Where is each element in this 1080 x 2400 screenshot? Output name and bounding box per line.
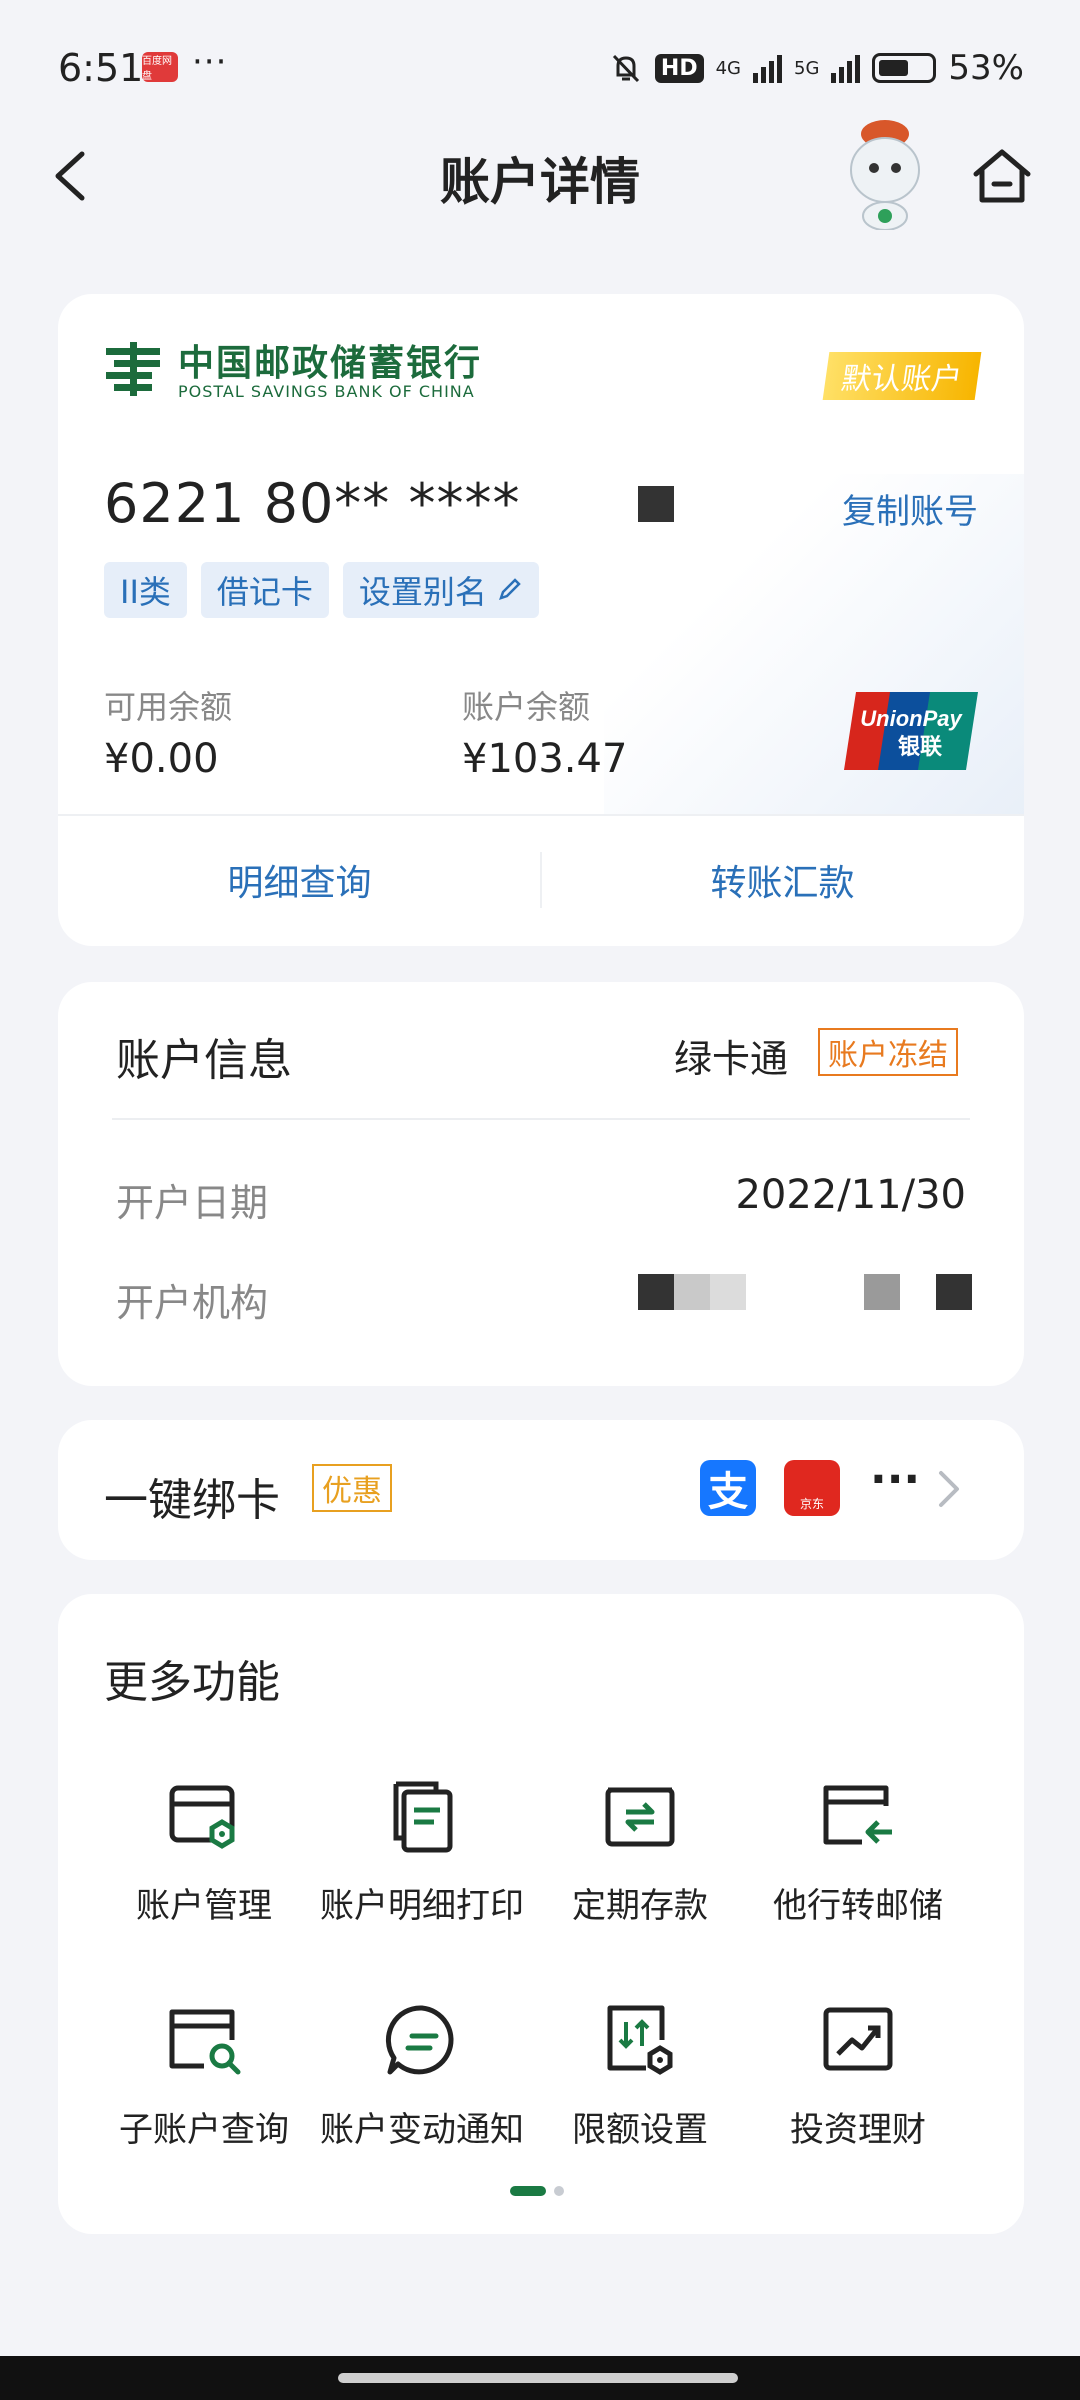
- home-icon[interactable]: [970, 144, 1034, 208]
- set-alias-button[interactable]: 设置别名: [342, 562, 539, 618]
- account-info-card: 账户信息 绿卡通 账户冻结 开户日期 2022/11/30 开户机构: [58, 982, 1024, 1386]
- func-inbound-transfer[interactable]: 他行转邮储: [748, 1776, 968, 1927]
- more-functions-card: 更多功能 账户管理 账户明细打印 定期存款 他行转邮储 子账户查询 账户变动通知…: [58, 1594, 1024, 2234]
- account-balance-label: 账户余额: [462, 688, 591, 726]
- func-limit-settings[interactable]: 限额设置: [530, 2000, 750, 2151]
- status-more-icon: ···: [192, 42, 228, 82]
- postal-bank-logo-icon: [106, 342, 160, 396]
- quick-bind-card[interactable]: 一键绑卡 优惠 支 京东 ···: [58, 1420, 1024, 1560]
- status-time: 6:51: [58, 46, 144, 90]
- signal-4g-icon: [753, 53, 783, 83]
- account-balance-value: ¥103.47: [462, 736, 628, 782]
- redaction-block: [936, 1274, 972, 1310]
- home-indicator[interactable]: [338, 2373, 738, 2383]
- available-balance-label: 可用余额: [104, 688, 233, 726]
- status-indicators: HD 4G 5G 53%: [609, 48, 1024, 88]
- more-functions-title: 更多功能: [104, 1657, 280, 1708]
- fixed-deposit-icon: [605, 1787, 675, 1847]
- sub-account-search-icon: [169, 2009, 241, 2075]
- transfer-in-icon: [823, 1785, 892, 1845]
- account-card: 中国邮政储蓄银行 POSTAL SAVINGS BANK OF CHINA 默认…: [58, 294, 1024, 946]
- quick-bind-title: 一键绑卡: [104, 1475, 280, 1526]
- func-fixed-deposit[interactable]: 定期存款: [530, 1776, 750, 1927]
- unionpay-logo-icon: UnionPay 银联: [844, 692, 978, 770]
- redaction-block: [638, 1274, 674, 1310]
- tag-card-type: 借记卡: [200, 562, 329, 618]
- func-label: 限额设置: [572, 2110, 708, 2150]
- open-date-value: 2022/11/30: [735, 1172, 966, 1218]
- network-5g-label: 5G: [794, 57, 820, 79]
- func-investment[interactable]: 投资理财: [748, 2000, 968, 2151]
- investment-chart-icon: [823, 2007, 893, 2071]
- card-type-label: 绿卡通: [674, 1037, 789, 1081]
- account-status-badge: 账户冻结: [818, 1028, 958, 1076]
- notification-chat-icon: [385, 2005, 454, 2075]
- svg-text:UnionPay: UnionPay: [860, 706, 963, 731]
- func-account-management[interactable]: 账户管理: [94, 1776, 314, 1927]
- network-4g-label: 4G: [715, 57, 742, 79]
- battery-icon: [872, 53, 937, 83]
- func-label: 定期存款: [572, 1886, 708, 1926]
- page-dot-active: [510, 2186, 546, 2196]
- card-number: 6221 80** ****: [104, 472, 521, 535]
- redaction-block: [638, 486, 674, 522]
- limit-settings-icon: [607, 2005, 673, 2075]
- transaction-history-button[interactable]: 明细查询: [58, 814, 541, 946]
- notification-app-icon: 百度网盘: [142, 52, 178, 82]
- bell-muted-icon: [612, 54, 640, 83]
- open-branch-label: 开户机构: [116, 1281, 269, 1325]
- func-sub-account-query[interactable]: 子账户查询: [94, 2000, 314, 2151]
- hd-voice-icon: HD: [654, 53, 704, 83]
- func-label: 账户变动通知: [320, 2110, 524, 2150]
- document-print-icon: [393, 1781, 453, 1853]
- tag-account-class: II类: [104, 562, 187, 618]
- app-header: 账户详情: [0, 120, 1080, 230]
- set-alias-label: 设置别名: [358, 573, 487, 611]
- func-label: 账户明细打印: [320, 1886, 524, 1926]
- func-label: 投资理财: [790, 2110, 926, 2150]
- func-label: 他行转邮储: [773, 1886, 943, 1926]
- func-label: 账户管理: [136, 1886, 272, 1926]
- func-statement-print[interactable]: 账户明细打印: [312, 1776, 532, 1927]
- svg-text:银联: 银联: [898, 735, 942, 760]
- more-options-icon[interactable]: ···: [870, 1454, 920, 1505]
- transfer-button[interactable]: 转账汇款: [541, 814, 1024, 946]
- redaction-block: [864, 1274, 900, 1310]
- mascot-icon[interactable]: [836, 112, 934, 230]
- copy-account-number-button[interactable]: 复制账号: [842, 484, 978, 533]
- promo-badge: 优惠: [312, 1464, 392, 1512]
- signal-5g-icon: [831, 53, 861, 83]
- bank-name-en: POSTAL SAVINGS BANK OF CHINA: [178, 382, 475, 401]
- edit-pencil-icon: [498, 578, 521, 600]
- bank-name: 中国邮政储蓄银行: [178, 343, 483, 384]
- account-info-title: 账户信息: [116, 1035, 292, 1086]
- func-account-change-alert[interactable]: 账户变动通知: [312, 2000, 532, 2151]
- account-tags: II类 借记卡 设置别名: [104, 562, 539, 618]
- jd-icon[interactable]: 京东: [784, 1460, 840, 1516]
- available-balance-value: ¥0.00: [104, 736, 219, 782]
- open-date-label: 开户日期: [116, 1181, 269, 1225]
- page-dot: [554, 2186, 564, 2196]
- redaction-block: [674, 1274, 710, 1310]
- chevron-right-icon[interactable]: [936, 1468, 962, 1510]
- page-indicator: [510, 2186, 564, 2196]
- func-label: 子账户查询: [119, 2110, 289, 2150]
- redaction-block: [710, 1274, 746, 1310]
- battery-percent: 53%: [948, 48, 1024, 88]
- account-settings-icon: [169, 1785, 235, 1849]
- alipay-icon[interactable]: 支: [700, 1460, 756, 1516]
- default-account-badge: 默认账户: [822, 352, 982, 400]
